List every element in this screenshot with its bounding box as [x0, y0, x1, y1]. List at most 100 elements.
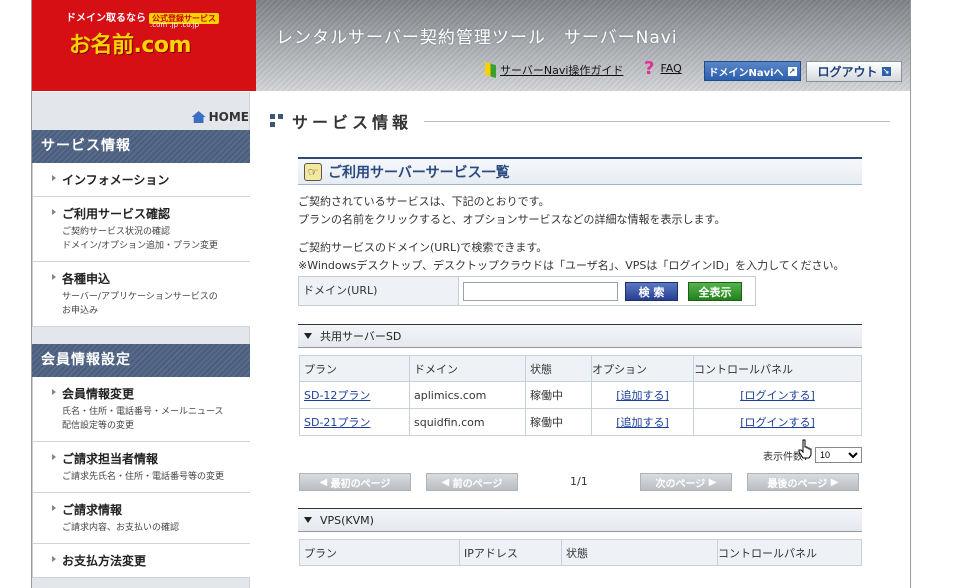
- logout-button[interactable]: ログアウト ↘: [806, 61, 902, 82]
- status-cell: 稼働中: [525, 408, 592, 436]
- server-list-panel: ☞ ご利用サーバーサービス一覧 ご契約されているサービスは、下記のとおりです。 …: [298, 157, 862, 566]
- vps-table: プラン IPアドレス 状態 コントロールパネル: [299, 539, 862, 566]
- show-all-button[interactable]: 全表示: [688, 282, 742, 301]
- plan-link[interactable]: SD-21プラン: [304, 416, 370, 429]
- sidebar-item-desc: ご請求内容、お支払いの確認: [62, 521, 244, 535]
- search-intro-line: ご契約サービスのドメイン(URL)で検索できます。: [298, 241, 548, 254]
- domain-search-row: ドメイン(URL) 検 索 全表示: [298, 276, 756, 306]
- prev-page-button[interactable]: ◀ 前のページ: [426, 473, 518, 491]
- sidebar-item-label: お支払方法変更: [62, 554, 147, 568]
- sidebar-heading-member: 会員情報設定: [32, 344, 250, 377]
- first-page-button[interactable]: ◀ 最初のページ: [299, 473, 411, 491]
- search-intro-text: ご契約サービスのドメイン(URL)で検索できます。 ※Windowsデスクトップ…: [298, 239, 862, 275]
- sidebar-list-member: 会員情報変更 氏名・住所・電話番号・メールニュース 配信設定等の変更 ご請求担当者…: [32, 377, 250, 578]
- home-link[interactable]: HOME: [191, 110, 249, 124]
- guide-link-group: サーバーNavi操作ガイド: [485, 62, 623, 78]
- collapse-triangle-icon: [304, 333, 312, 339]
- header: ドメイン取るなら 公式登録サービス .com .jp .co.jp お名前.com…: [32, 0, 910, 91]
- table-header-row: プラン IPアドレス 状態 コントロールパネル: [299, 539, 862, 566]
- logout-arrow-icon: ↘: [881, 67, 891, 76]
- arrow-right-icon: [52, 209, 56, 215]
- sidebar-item-member-change[interactable]: 会員情報変更 氏名・住所・電話番号・メールニュース 配信設定等の変更: [33, 377, 250, 442]
- sidebar-item-billing-contact[interactable]: ご請求担当者情報 ご請求先氏名・住所・電話番号等の変更: [33, 442, 250, 493]
- sidebar-item-label: ご利用サービス確認: [62, 207, 171, 221]
- table-row: SD-21プラン squidfin.com 稼働中 [追加する] [ログインする…: [299, 408, 862, 436]
- app-title: レンタルサーバー契約管理ツール サーバーNavi: [276, 28, 678, 48]
- pager: ◀ 最初のページ ◀ 前のページ 1/1 次のページ ▶ 最後のページ ▶: [298, 473, 862, 495]
- arrow-right-icon: [52, 389, 56, 395]
- status-cell: 稼働中: [525, 381, 592, 409]
- page-title-text: サービス情報: [292, 113, 413, 132]
- login-link[interactable]: [ログインする]: [740, 416, 815, 429]
- header-banner: レンタルサーバー契約管理ツール サーバーNavi サーバーNavi操作ガイド ?…: [256, 0, 910, 91]
- domain-search-label: ドメイン(URL): [299, 277, 459, 305]
- intro-text: ご契約されているサービスは、下記のとおりです。 プランの名前をクリックすると、オ…: [298, 193, 862, 229]
- domain-navi-button[interactable]: ドメインNaviへ ↗: [704, 61, 801, 81]
- faq-link-group: ? FAQ: [644, 58, 682, 79]
- main-content: サービス情報 ☞ ご利用サーバーサービス一覧 ご契約されているサービスは、下記の…: [270, 92, 910, 588]
- sidebar-item-desc: ご契約サービス状況の確認 ドメイン/オプション追加・プラン変更: [62, 225, 244, 253]
- col-domain: ドメイン: [409, 355, 526, 382]
- panel-title: ご利用サーバーサービス一覧: [328, 164, 510, 181]
- hand-cursor-icon: [798, 439, 812, 459]
- first-page-label: 最初のページ: [330, 478, 391, 490]
- control-panel-cell: [ログインする]: [693, 408, 862, 436]
- table-row: SD-12プラン aplimics.com 稼働中 [追加する] [ログインする…: [299, 381, 862, 409]
- control-panel-cell: [ログインする]: [693, 381, 862, 409]
- arrow-right-icon: [52, 556, 56, 562]
- plan-link[interactable]: SD-12プラン: [304, 389, 370, 402]
- sidebar-item-service-check[interactable]: ご利用サービス確認 ご契約サービス状況の確認 ドメイン/オプション追加・プラン変更: [33, 197, 250, 262]
- col-control-panel: コントロールパネル: [717, 539, 862, 566]
- intro-line: ご契約されているサービスは、下記のとおりです。: [298, 195, 550, 208]
- login-link[interactable]: [ログインする]: [740, 389, 815, 402]
- panel-header: ☞ ご利用サーバーサービス一覧: [298, 157, 862, 185]
- arrow-right-icon: [52, 175, 56, 181]
- add-option-link[interactable]: [追加する]: [616, 416, 669, 429]
- per-page-control: 表示件数： 10: [298, 447, 862, 463]
- col-plan: プラン: [299, 355, 410, 382]
- slogan-text: ドメイン取るなら: [66, 13, 146, 24]
- plan-cell: SD-21プラン: [299, 408, 410, 436]
- sidebar-item-label: 各種申込: [62, 272, 111, 286]
- search-button[interactable]: 検 索: [625, 282, 678, 301]
- page-title: サービス情報: [270, 109, 890, 133]
- guide-link[interactable]: サーバーNavi操作ガイド: [500, 62, 623, 78]
- beginner-mark-icon: [485, 62, 496, 78]
- sidebar-item-billing-info[interactable]: ご請求情報 ご請求内容、お支払いの確認: [33, 493, 250, 544]
- faq-link[interactable]: FAQ: [660, 62, 681, 75]
- intro-line: プランの名前をクリックすると、オプションサービスなどの詳細な情報を表示します。: [298, 213, 726, 226]
- sidebar-item-desc: サーバー/アプリケーションサービスの お申込み: [62, 290, 244, 318]
- add-option-link[interactable]: [追加する]: [616, 389, 669, 402]
- vps-section-header[interactable]: VPS(KVM): [298, 508, 862, 532]
- next-page-button[interactable]: 次のページ ▶: [640, 473, 732, 491]
- desc-line: サーバー/アプリケーションサービスの: [62, 292, 218, 302]
- option-cell: [追加する]: [591, 408, 694, 436]
- last-page-button[interactable]: 最後のページ ▶: [747, 473, 859, 491]
- question-icon: ?: [644, 58, 655, 79]
- desc-line: ご請求内容、お支払いの確認: [62, 523, 180, 533]
- title-rule: [424, 120, 890, 122]
- search-intro-line: ※Windowsデスクトップ、デスクトップクラウドは「ユーザ名」、VPSは「ログ…: [298, 259, 845, 272]
- domain-search-input[interactable]: [463, 282, 618, 301]
- domain-cell: aplimics.com: [409, 381, 526, 409]
- next-page-label: 次のページ: [655, 478, 706, 490]
- col-plan: プラン: [299, 539, 460, 566]
- collapse-triangle-icon: [304, 517, 312, 523]
- page: ドメイン取るなら 公式登録サービス .com .jp .co.jp お名前.com…: [31, 0, 911, 588]
- option-cell: [追加する]: [591, 381, 694, 409]
- sidebar-list-service: インフォメーション ご利用サービス確認 ご契約サービス状況の確認 ドメイン/オプシ…: [32, 163, 250, 327]
- col-option: オプション: [591, 355, 694, 382]
- sidebar-item-payment-method[interactable]: お支払方法変更: [33, 544, 250, 578]
- per-page-select[interactable]: 10: [815, 447, 862, 463]
- logout-label: ログアウト: [817, 65, 878, 79]
- pointing-hand-icon: ☞: [304, 162, 322, 181]
- onamae-logo[interactable]: ドメイン取るなら 公式登録サービス .com .jp .co.jp お名前.com: [32, 0, 256, 91]
- sidebar-item-information[interactable]: インフォメーション: [33, 163, 250, 197]
- sidebar-item-applications[interactable]: 各種申込 サーバー/アプリケーションサービスの お申込み: [33, 262, 250, 327]
- shared-server-section-header[interactable]: 共用サーバーSD: [298, 324, 862, 348]
- sidebar-item-label: ご請求情報: [62, 503, 123, 517]
- domain-cell: squidfin.com: [409, 408, 526, 436]
- sidebar-item-label: インフォメーション: [62, 173, 170, 187]
- prev-page-label: 前のページ: [452, 478, 503, 490]
- desc-line: 氏名・住所・電話番号・メールニュース: [62, 407, 224, 417]
